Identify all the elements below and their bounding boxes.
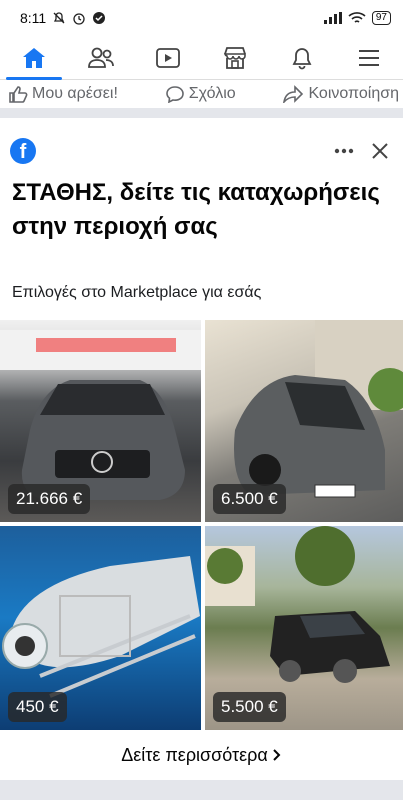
more-dots-icon [334, 148, 354, 154]
share-label: Κοινοποίηση [308, 85, 399, 102]
top-nav-bar [0, 36, 403, 80]
wifi-icon [348, 12, 366, 23]
listing-tile[interactable]: 450 € [0, 526, 201, 730]
listing-tile[interactable]: 5.500 € [205, 526, 403, 730]
close-icon [372, 143, 388, 159]
marketplace-suggestion-card: f ΣΤΑΘΗΣ, δείτε τις καταχωρήσεις στην πε… [0, 118, 403, 780]
card-title: ΣΤΑΘΗΣ, δείτε τις καταχωρήσεις στην περι… [12, 179, 380, 240]
feed-separator [0, 108, 403, 118]
facebook-logo-icon: f [10, 138, 36, 164]
like-label: Μου αρέσει! [32, 85, 118, 102]
listing-tile[interactable]: 6.500 € [205, 320, 403, 522]
listing-price: 450 € [8, 692, 67, 722]
video-icon [155, 47, 180, 68]
listing-tile[interactable]: 21.666 € [0, 320, 201, 522]
nav-marketplace[interactable] [205, 36, 265, 80]
listing-price: 21.666 € [8, 484, 91, 514]
close-button[interactable] [367, 137, 393, 165]
card-subtitle: Επιλογές στο Marketplace για εσάς [12, 284, 262, 301]
listing-price: 5.500 € [213, 692, 286, 722]
mute-bell-icon [53, 12, 65, 24]
chevron-right-icon [273, 749, 281, 761]
battery-indicator: 97 [371, 11, 391, 25]
nav-home[interactable] [4, 36, 64, 80]
signal-icon [323, 12, 342, 24]
card-header: f [10, 132, 393, 172]
share-button[interactable]: Κοινοποίηση [282, 85, 399, 103]
thumbs-up-icon [9, 86, 28, 103]
listing-price: 6.500 € [213, 484, 286, 514]
nav-menu[interactable] [339, 36, 399, 80]
check-circle-icon [93, 12, 106, 24]
status-time: 8:11 [20, 10, 47, 26]
bell-icon [292, 47, 312, 69]
see-more-label: Δείτε περισσότερα [121, 744, 268, 765]
alarm-icon [73, 13, 85, 25]
like-button[interactable]: Μου αρέσει! [8, 85, 118, 103]
see-more-link[interactable]: Δείτε περισσότερα [0, 732, 403, 778]
more-options-button[interactable] [331, 138, 357, 164]
home-icon [22, 47, 45, 68]
share-icon [283, 85, 304, 103]
status-bar: 8:11 97 [0, 0, 403, 36]
friends-icon [87, 47, 114, 68]
comment-button[interactable]: Σχόλιο [165, 85, 236, 103]
status-left: 8:11 [20, 10, 106, 26]
nav-watch[interactable] [138, 36, 198, 80]
comment-icon [165, 86, 184, 103]
post-action-bar: Μου αρέσει! Σχόλιο Κοινοποίηση [0, 80, 403, 108]
feed-separator [0, 780, 403, 800]
comment-label: Σχόλιο [188, 85, 236, 102]
listing-grid: 21.666 € 6.500 € 450 € 5.500 € [0, 320, 403, 730]
nav-friends[interactable] [71, 36, 131, 80]
status-right: 97 [323, 11, 391, 25]
marketplace-icon [223, 46, 246, 69]
nav-notifications[interactable] [272, 36, 332, 80]
menu-icon [359, 49, 380, 66]
